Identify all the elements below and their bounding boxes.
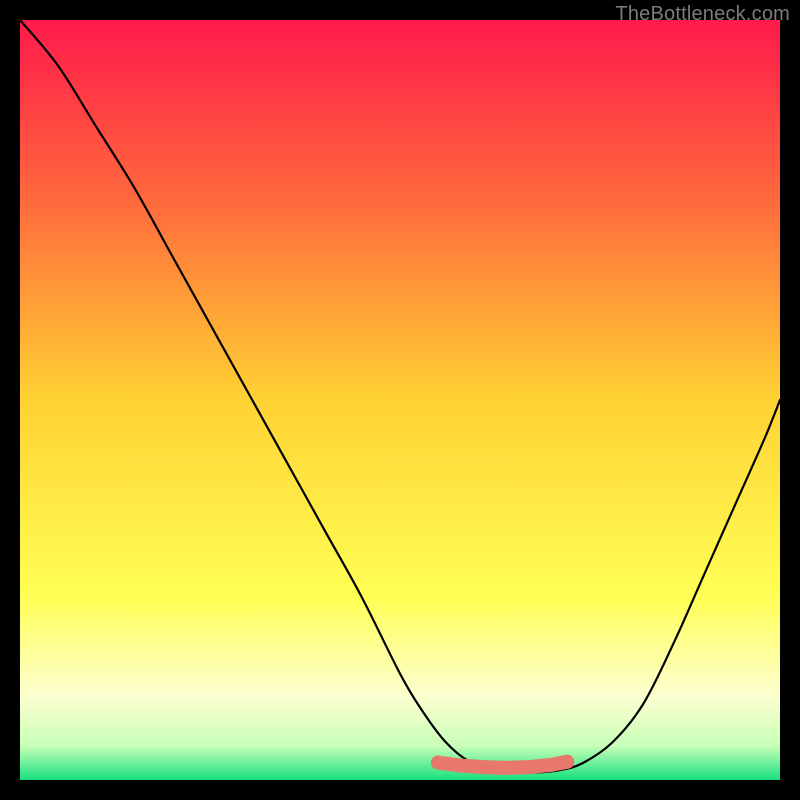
watermark-text: TheBottleneck.com: [615, 3, 790, 26]
plot-area: [20, 20, 780, 780]
chart-frame: TheBottleneck.com: [0, 0, 800, 800]
background-gradient: [20, 20, 780, 780]
